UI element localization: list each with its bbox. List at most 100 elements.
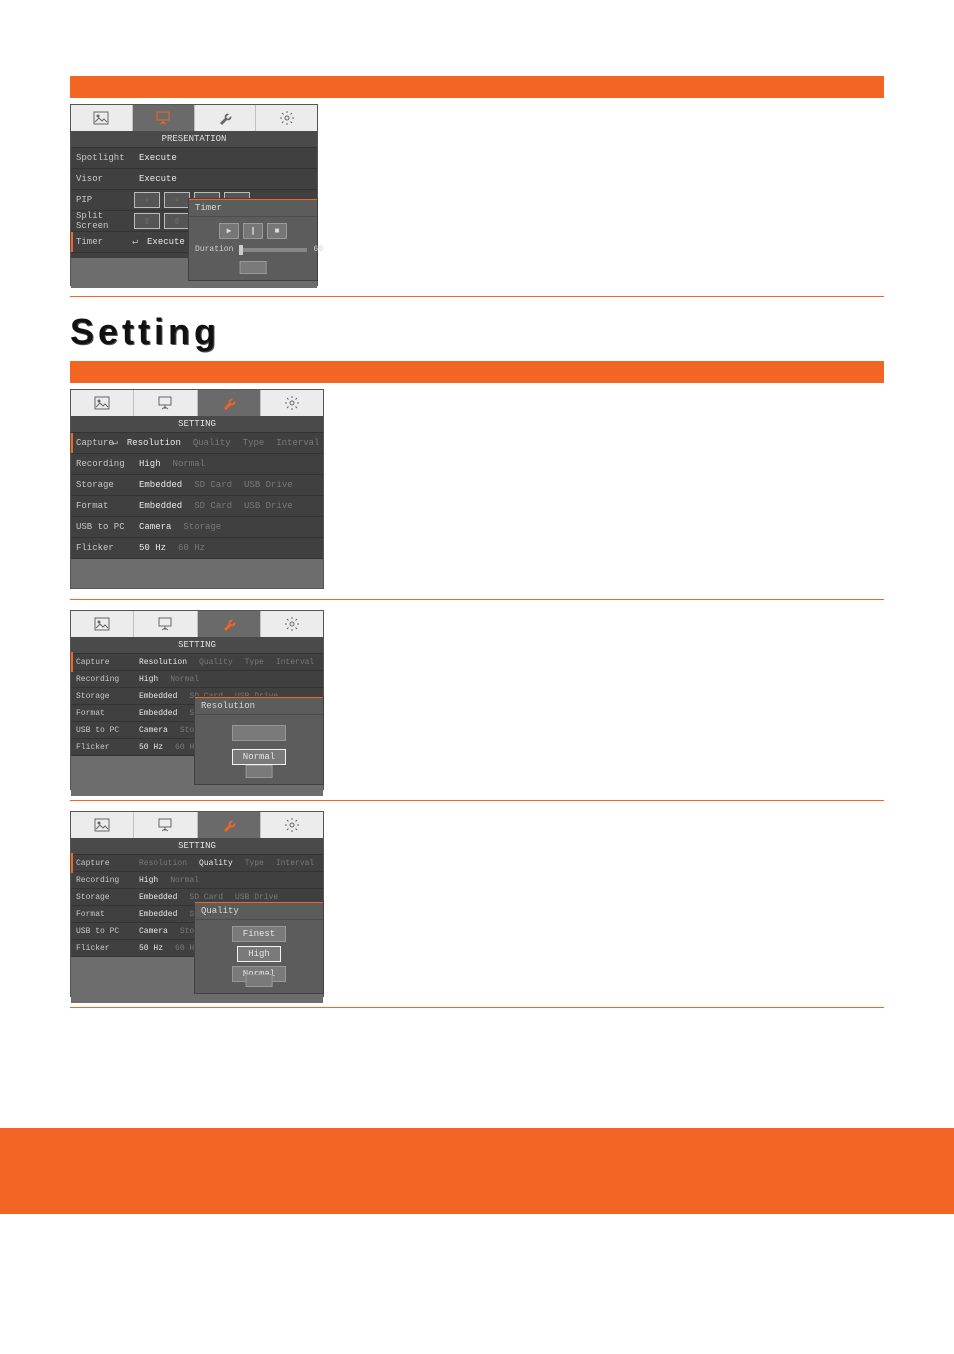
tab-tools[interactable]: [198, 390, 261, 416]
row-flicker-label: Flicker: [71, 543, 134, 553]
val: High: [134, 459, 166, 469]
tab-presentation[interactable]: [134, 390, 197, 416]
val: Quality: [194, 859, 238, 868]
enter-icon: ↵: [132, 236, 138, 248]
tab-settings[interactable]: [261, 390, 323, 416]
val: Interval: [271, 859, 319, 868]
val: Embedded: [134, 893, 182, 902]
val: Resolution: [122, 438, 186, 448]
tab-settings[interactable]: [256, 105, 317, 131]
gear-icon: [284, 817, 300, 833]
row-visor-val: Execute: [134, 174, 182, 184]
heading-setting: Setting: [70, 311, 884, 353]
val: Embedded: [134, 501, 187, 511]
tab-tools[interactable]: [198, 611, 261, 637]
tab-image[interactable]: [71, 390, 134, 416]
val: Camera: [134, 927, 173, 936]
gear-icon: [284, 616, 300, 632]
quality-option-high[interactable]: High: [237, 946, 281, 962]
row-label: Capture: [71, 859, 134, 868]
figure-quality-caption: [344, 811, 884, 812]
resolution-option-normal[interactable]: Normal: [232, 749, 286, 765]
tab-settings[interactable]: [261, 812, 323, 838]
val: 50 Hz: [134, 543, 171, 553]
wrench-icon: [217, 110, 233, 126]
timer-pause-button[interactable]: ∥: [243, 223, 263, 239]
val: Normal: [168, 459, 210, 469]
timer-play-button[interactable]: ▶: [219, 223, 239, 239]
figure-setting-main: SETTING Capture↵ResolutionQualityTypeInt…: [70, 389, 324, 589]
tab-presentation[interactable]: [134, 611, 197, 637]
tab-header-label: SETTING: [71, 838, 323, 855]
popup-resolution-title: Resolution: [195, 698, 323, 715]
tab-header-label: PRESENTATION: [71, 131, 317, 148]
row-label: USB to PC: [71, 927, 134, 936]
row-label: Recording: [71, 876, 134, 885]
page-footer-band: [0, 1128, 954, 1214]
popup-timer-title: Timer: [189, 200, 317, 217]
pip-opt-icon: ▫: [134, 192, 160, 208]
image-icon: [93, 110, 109, 126]
popup-btn[interactable]: [232, 725, 286, 741]
val: Type: [238, 438, 270, 448]
popup-back-button[interactable]: [240, 261, 267, 274]
popup-back-button[interactable]: [246, 974, 273, 987]
val: Interval: [271, 658, 319, 667]
figure-resolution-caption: [344, 610, 884, 611]
duration-label: Duration: [195, 245, 233, 254]
timer-stop-button[interactable]: ■: [267, 223, 287, 239]
val: Camera: [134, 726, 173, 735]
row-capture-label: Capture: [71, 438, 114, 448]
val: Normal: [165, 876, 204, 885]
split-opt-icon: ▯: [134, 213, 160, 229]
val: Type: [240, 658, 269, 667]
row-timer-val: Execute: [142, 237, 190, 247]
duration-slider[interactable]: [239, 248, 307, 252]
row-label: USB to PC: [71, 726, 134, 735]
tab-image[interactable]: [71, 105, 133, 131]
wrench-icon: [221, 395, 237, 411]
tab-presentation[interactable]: [134, 812, 197, 838]
val: High: [134, 675, 163, 684]
figure-timer-caption: [338, 104, 884, 105]
row-label: Format: [71, 910, 134, 919]
val: High: [134, 876, 163, 885]
popup-quality: Quality Finest High Normal: [195, 902, 323, 993]
val: SD Card: [189, 501, 237, 511]
tab-tools[interactable]: [195, 105, 257, 131]
val: Storage: [178, 522, 226, 532]
popup-back-button[interactable]: [246, 765, 273, 778]
tab-image[interactable]: [71, 611, 134, 637]
val: USB Drive: [230, 893, 283, 902]
val: USB Drive: [239, 480, 298, 490]
gear-icon: [279, 110, 295, 126]
wrench-icon: [221, 616, 237, 632]
row-split-label: Split Screen: [71, 211, 134, 231]
row-timer-label: Timer: [71, 237, 134, 247]
tab-tools[interactable]: [198, 812, 261, 838]
val: Camera: [134, 522, 176, 532]
val: Quality: [188, 438, 236, 448]
tab-header-label: SETTING: [71, 637, 323, 654]
tab-settings[interactable]: [261, 611, 323, 637]
tab-image[interactable]: [71, 812, 134, 838]
val: Resolution: [134, 658, 192, 667]
split-opt-icon: ▯: [164, 213, 190, 229]
val: 60 Hz: [173, 543, 210, 553]
row-label: Flicker: [71, 944, 134, 953]
row-usb-label: USB to PC: [71, 522, 134, 532]
val: USB Drive: [239, 501, 298, 511]
figure-setting-quality: SETTING CaptureResolutionQualityTypeInte…: [70, 811, 324, 997]
val: Resolution: [134, 859, 192, 868]
section-bar-capture: [70, 361, 884, 383]
orange-divider: [70, 599, 884, 600]
figure-setting-main-caption: [344, 389, 884, 390]
orange-divider: [70, 1007, 884, 1008]
quality-option-finest[interactable]: Finest: [232, 926, 286, 942]
row-spotlight-val: Execute: [134, 153, 182, 163]
presentation-icon: [157, 395, 173, 411]
presentation-icon: [155, 110, 171, 126]
row-spotlight-label: Spotlight: [71, 153, 134, 163]
popup-timer: Timer ▶ ∥ ■ Duration 60: [189, 199, 317, 280]
tab-presentation[interactable]: [133, 105, 195, 131]
